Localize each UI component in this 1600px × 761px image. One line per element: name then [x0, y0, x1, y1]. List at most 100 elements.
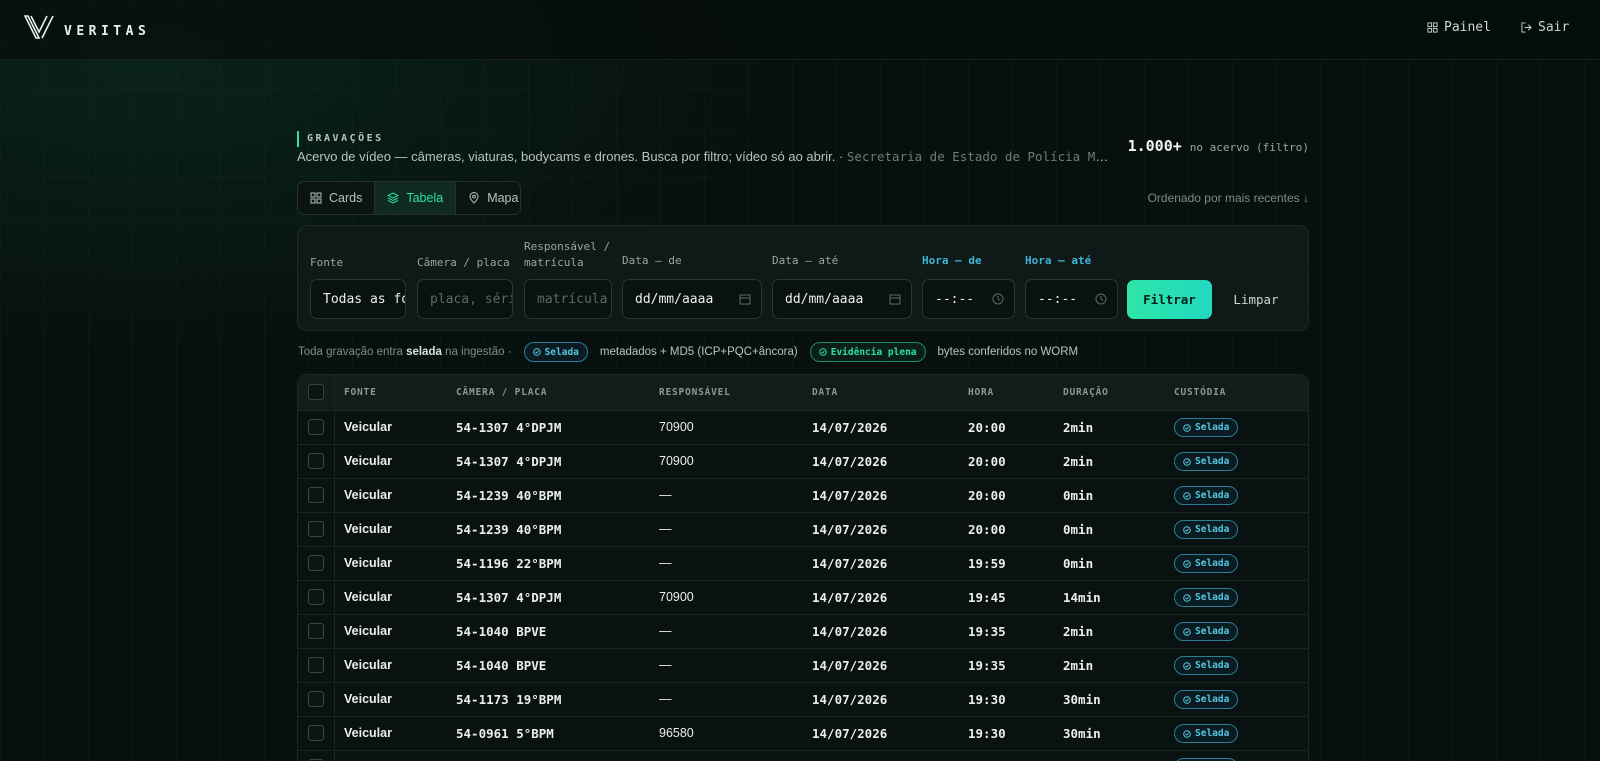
time-to-input[interactable]: --:--: [1025, 279, 1118, 319]
source-select[interactable]: Todas as fontes: [310, 279, 406, 319]
row-checkbox[interactable]: [308, 725, 324, 741]
table-row[interactable]: Veicular 54-1307 4°DPJM 70900 14/07/2026 20:…: [298, 411, 1308, 445]
shield-check-icon: [532, 348, 541, 356]
cell-duracao: 2min: [1063, 420, 1094, 435]
table-row[interactable]: Veicular 54-1239 40°BPM — 14/07/2026 20:00 0m…: [298, 479, 1308, 513]
clock-icon[interactable]: [1095, 293, 1107, 305]
custody-status-label: Selada: [1195, 694, 1230, 705]
camera-placeholder: placa, série: [430, 291, 512, 307]
cell-camera: 54-1307 4°DPJM: [456, 420, 562, 435]
date-from-input[interactable]: dd/mm/aaaa: [622, 279, 762, 319]
custody-status-badge: Selada: [1174, 724, 1239, 743]
table-row[interactable]: Veicular54-1401 31°BPM9947914/07/202619:…: [298, 751, 1308, 761]
camera-input[interactable]: placa, série: [417, 279, 513, 319]
table-row[interactable]: Veicular 54-1173 19°BPM — 14/07/2026 19:30 30…: [298, 683, 1308, 717]
shield-check-icon: [1183, 525, 1191, 534]
calendar-icon[interactable]: [739, 293, 751, 305]
view-switcher: Cards Tabela Mapa: [297, 181, 521, 215]
table-row[interactable]: Veicular 54-1040 BPVE — 14/07/2026 19:35 2min…: [298, 615, 1308, 649]
cell-responsavel: —: [659, 624, 672, 638]
col-fonte[interactable]: FONTE: [344, 387, 377, 398]
sealed-description: metadados + MD5 (ICP+PQC+âncora): [599, 346, 798, 358]
cell-data: 14/07/2026: [812, 454, 888, 469]
brand-logo[interactable]: VERITAS: [24, 14, 150, 40]
col-camera[interactable]: CÂMERA / PLACA: [456, 387, 547, 398]
cell-fonte: Veicular: [344, 658, 392, 672]
section-label: GRAVAÇÕES: [297, 131, 384, 147]
row-checkbox[interactable]: [308, 623, 324, 639]
cell-responsavel: 70900: [659, 590, 694, 604]
clear-button[interactable]: Limpar: [1227, 280, 1285, 319]
time-from-input[interactable]: --:--: [922, 279, 1015, 319]
logout-icon: [1521, 22, 1532, 33]
table-row[interactable]: Veicular 54-1196 22°BPM — 14/07/2026 19:59 0m…: [298, 547, 1308, 581]
row-checkbox[interactable]: [308, 453, 324, 469]
custody-status-badge: Selada: [1174, 418, 1239, 437]
archive-count-value: 1.000+: [1127, 137, 1182, 155]
column-divider: [334, 479, 335, 512]
cell-fonte: Veicular: [344, 454, 392, 468]
col-hora[interactable]: HORA: [968, 387, 994, 398]
custody-status-badge: Selada: [1174, 656, 1239, 675]
view-cards-tab[interactable]: Cards: [298, 182, 376, 214]
row-checkbox[interactable]: [308, 521, 324, 537]
view-tabela-tab[interactable]: Tabela: [375, 182, 457, 214]
custody-status-label: Selada: [1195, 626, 1230, 637]
table-row[interactable]: Veicular 54-1239 40°BPM — 14/07/2026 20:00 0m…: [298, 513, 1308, 547]
cell-responsavel: —: [659, 522, 672, 536]
source-select-value: Todas as fontes: [323, 291, 405, 307]
nav-sair-button[interactable]: Sair: [1521, 20, 1569, 35]
date-from-value: dd/mm/aaaa: [635, 291, 714, 307]
organization-name: Secretaria de Estado de Polícia Militar: [846, 149, 1112, 164]
col-custodia[interactable]: CUSTÓDIA: [1174, 387, 1226, 398]
source-label: Fonte: [310, 256, 344, 269]
table-row[interactable]: Veicular 54-1307 4°DPJM 70900 14/07/2026 19:…: [298, 581, 1308, 615]
sort-order-toggle[interactable]: Ordenado por mais recentes ↓: [1148, 191, 1309, 205]
select-all-checkbox[interactable]: [308, 384, 324, 400]
cell-data: 14/07/2026: [812, 522, 888, 537]
column-divider: [334, 375, 335, 410]
row-checkbox[interactable]: [308, 487, 324, 503]
page-subtitle: Acervo de vídeo — câmeras, viaturas, bod…: [297, 149, 1112, 164]
nav-painel-button[interactable]: Painel: [1427, 20, 1491, 35]
col-duracao[interactable]: DURAÇÃO: [1063, 387, 1109, 398]
column-divider: [334, 717, 335, 750]
col-data[interactable]: DATA: [812, 387, 838, 398]
custody-status-label: Selada: [1195, 524, 1230, 535]
table-row[interactable]: Veicular 54-1040 BPVE — 14/07/2026 19:35 2min…: [298, 649, 1308, 683]
full-evidence-chip-label: Evidência plena: [830, 346, 917, 358]
custody-status-label: Selada: [1195, 456, 1230, 467]
cell-fonte: Veicular: [344, 556, 392, 570]
row-checkbox[interactable]: [308, 691, 324, 707]
clock-icon[interactable]: [992, 293, 1004, 305]
responsible-placeholder: matrícula: [537, 291, 608, 307]
map-pin-icon: [469, 192, 479, 204]
row-checkbox[interactable]: [308, 555, 324, 571]
col-responsavel[interactable]: RESPONSÁVEL: [659, 387, 731, 398]
cell-fonte: Veicular: [344, 590, 392, 604]
cell-duracao: 30min: [1063, 692, 1101, 707]
calendar-icon[interactable]: [889, 293, 901, 305]
column-divider: [334, 513, 335, 546]
filter-button[interactable]: Filtrar: [1127, 280, 1212, 319]
archive-count: 1.000+ no acervo (filtro): [1128, 137, 1309, 155]
table-row[interactable]: Veicular 54-0961 5°BPM 96580 14/07/2026 19:3…: [298, 717, 1308, 751]
custody-status-badge: Selada: [1174, 622, 1239, 641]
custody-status-badge: Selada: [1174, 554, 1239, 573]
date-from-label: Data — de: [622, 254, 682, 267]
responsible-input[interactable]: matrícula: [524, 279, 612, 319]
table-row[interactable]: Veicular 54-1307 4°DPJM 70900 14/07/2026 20:…: [298, 445, 1308, 479]
custody-legend: Toda gravação entra selada na ingestão ·…: [298, 342, 1078, 362]
shield-check-icon: [1183, 593, 1191, 602]
row-checkbox[interactable]: [308, 657, 324, 673]
shield-check-icon: [1183, 423, 1191, 432]
cell-data: 14/07/2026: [812, 692, 888, 707]
shield-check-icon: [818, 348, 827, 356]
cell-hora: 19:45: [968, 590, 1006, 605]
view-mapa-tab[interactable]: Mapa: [456, 182, 520, 214]
date-to-input[interactable]: dd/mm/aaaa: [772, 279, 912, 319]
row-checkbox[interactable]: [308, 419, 324, 435]
camera-label: Câmera / placa: [417, 256, 510, 269]
row-checkbox[interactable]: [308, 589, 324, 605]
cell-hora: 20:00: [968, 454, 1006, 469]
